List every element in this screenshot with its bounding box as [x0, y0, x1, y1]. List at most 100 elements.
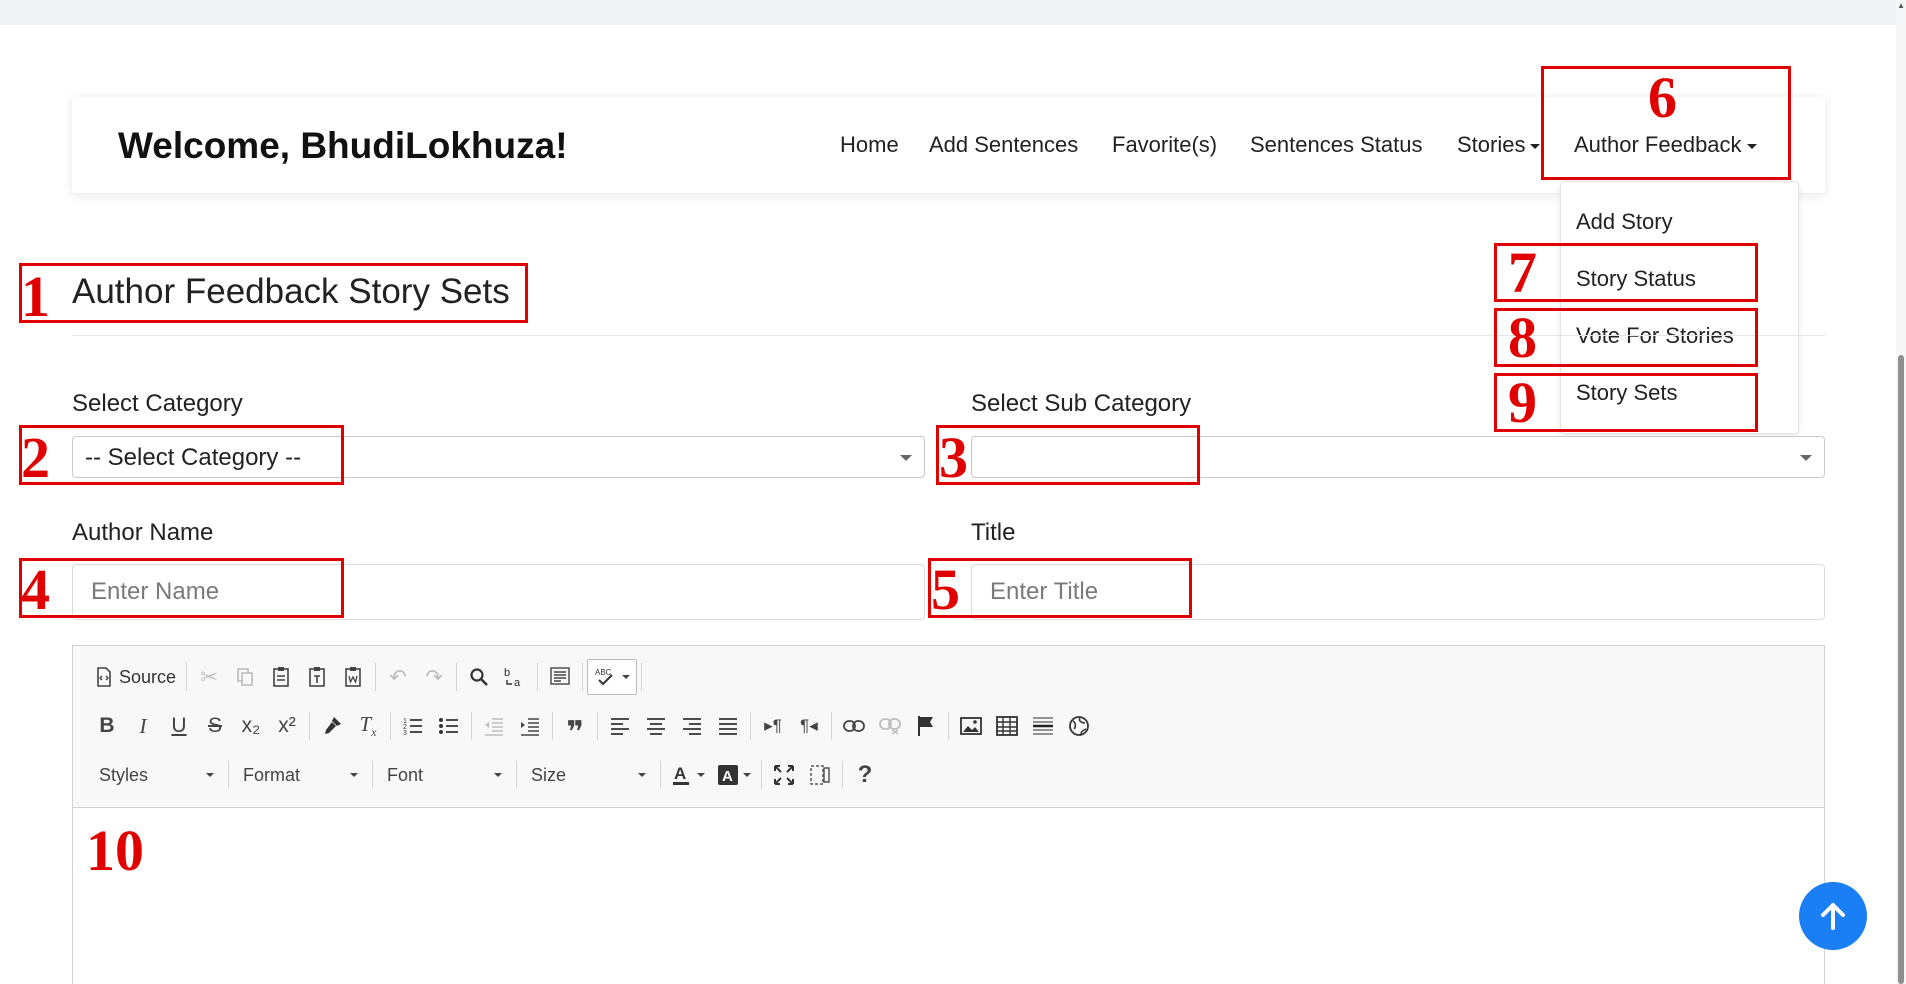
ltr-button[interactable]: ▸¶ — [755, 708, 791, 744]
category-select[interactable]: -- Select Category -- — [72, 436, 925, 478]
italic-button[interactable]: I — [125, 708, 161, 744]
size-label: Size — [531, 764, 567, 785]
nav-sentences-status[interactable]: Sentences Status — [1250, 132, 1422, 158]
toolbar-separator — [552, 712, 553, 740]
dropdown-item-add-story[interactable]: Add Story — [1576, 209, 1673, 235]
toolbar-separator — [761, 761, 762, 789]
toolbar-separator — [456, 663, 458, 691]
toolbar-separator — [228, 761, 229, 789]
about-button[interactable]: ? — [847, 757, 883, 793]
unlink-icon — [879, 718, 901, 735]
link-button[interactable] — [836, 708, 872, 744]
strike-button[interactable]: S — [197, 708, 233, 744]
help-icon: ? — [857, 761, 873, 788]
justify-icon — [719, 718, 737, 735]
page-scrollbar[interactable]: ▲ — [1896, 0, 1906, 984]
bulleted-list-button[interactable] — [431, 708, 467, 744]
toolbar-row-2: B I U S x₂ x² Tx 123 ❞ ▸¶ ¶◂ — [89, 706, 1097, 749]
italic-icon: I — [139, 713, 147, 738]
image-icon — [960, 717, 982, 735]
spellcheck-button[interactable]: ABC — [587, 659, 638, 695]
text-color-button[interactable]: A — [665, 757, 711, 793]
numbered-list-button[interactable]: 123 — [395, 708, 431, 744]
copy-button[interactable] — [227, 659, 263, 695]
chevron-down-icon — [206, 773, 214, 777]
align-right-button[interactable] — [674, 708, 710, 744]
nav-stories-toggle[interactable]: Stories — [1457, 132, 1541, 158]
replace-button[interactable]: ba — [497, 659, 533, 695]
justify-button[interactable] — [710, 708, 746, 744]
dropdown-item-story-status[interactable]: Story Status — [1576, 266, 1696, 292]
title-input[interactable] — [971, 564, 1825, 620]
editor-content-area[interactable] — [73, 808, 1824, 984]
maximize-button[interactable] — [766, 757, 802, 793]
numbered-list-icon: 123 — [403, 718, 422, 736]
flag-icon — [918, 716, 933, 736]
sub-category-select[interactable] — [971, 436, 1825, 478]
redo-button[interactable]: ↷ — [416, 659, 452, 695]
styles-combo[interactable]: Styles — [89, 759, 224, 791]
paste-icon — [273, 667, 289, 687]
table-icon — [996, 716, 1018, 736]
chevron-down-icon — [743, 773, 751, 777]
author-feedback-dropdown: Add Story Story Status Vote For Stories … — [1560, 181, 1799, 434]
paste-text-button[interactable] — [299, 659, 335, 695]
size-combo[interactable]: Size — [521, 759, 656, 791]
unlink-button[interactable] — [872, 708, 908, 744]
dropdown-item-vote-for-stories[interactable]: Vote For Stories — [1576, 323, 1734, 349]
bold-button[interactable]: B — [89, 708, 125, 744]
show-blocks-button[interactable] — [802, 757, 838, 793]
dropdown-item-story-sets[interactable]: Story Sets — [1576, 380, 1677, 406]
maximize-icon — [774, 765, 794, 785]
select-all-button[interactable] — [542, 659, 578, 695]
remove-format-button[interactable]: Tx — [350, 708, 386, 744]
underline-button[interactable]: U — [161, 708, 197, 744]
indent-button[interactable] — [512, 708, 548, 744]
paste-word-button[interactable] — [335, 659, 371, 695]
align-center-button[interactable] — [638, 708, 674, 744]
blockquote-button[interactable]: ❞ — [557, 708, 593, 749]
paste-button[interactable] — [263, 659, 299, 695]
text-color-icon: A — [673, 764, 689, 785]
nav-author-feedback-toggle[interactable]: Author Feedback — [1574, 132, 1757, 158]
nav-favorites[interactable]: Favorite(s) — [1112, 132, 1217, 158]
annotation-number-6: 6 — [1648, 65, 1677, 130]
source-button[interactable]: Source — [89, 659, 182, 695]
align-left-button[interactable] — [602, 708, 638, 744]
navbar: Welcome, BhudiLokhuza! Home Add Sentence… — [72, 97, 1825, 193]
annotation-number-7: 7 — [1508, 240, 1537, 305]
annotation-number-9: 9 — [1508, 370, 1537, 435]
rich-text-editor: Source ✂ ↶ ↷ ba ABC B I U S x₂ x² Tx 1 2… — [72, 645, 1825, 984]
outdent-icon — [485, 718, 503, 736]
category-label: Select Category — [72, 390, 243, 417]
scroll-to-top-button[interactable] — [1799, 882, 1867, 950]
scrollbar-thumb[interactable] — [1898, 355, 1904, 984]
author-name-input[interactable] — [72, 564, 925, 620]
nav-home[interactable]: Home — [840, 132, 899, 158]
text-direction-ltr-icon: ▸¶ — [764, 716, 782, 735]
copy-format-button[interactable] — [314, 708, 350, 744]
font-combo[interactable]: Font — [377, 759, 512, 791]
cut-button[interactable]: ✂ — [191, 659, 227, 695]
image-button[interactable] — [953, 708, 989, 744]
nav-add-sentences[interactable]: Add Sentences — [929, 132, 1078, 158]
align-left-icon — [611, 718, 629, 735]
undo-button[interactable]: ↶ — [380, 659, 416, 695]
format-combo[interactable]: Format — [233, 759, 368, 791]
bold-icon: B — [99, 714, 115, 737]
superscript-button[interactable]: x² — [269, 708, 305, 744]
find-button[interactable] — [461, 659, 497, 695]
text-direction-rtl-icon: ¶◂ — [800, 716, 818, 735]
copy-icon — [237, 668, 253, 686]
rtl-button[interactable]: ¶◂ — [791, 708, 827, 744]
show-blocks-icon — [810, 765, 830, 785]
anchor-button[interactable] — [908, 708, 944, 744]
page-title: Author Feedback Story Sets — [72, 272, 510, 311]
toolbar-separator — [390, 712, 391, 740]
table-button[interactable] — [989, 708, 1025, 744]
iframe-button[interactable] — [1061, 708, 1097, 744]
outdent-button[interactable] — [476, 708, 512, 744]
horizontal-rule-button[interactable] — [1025, 708, 1061, 744]
background-color-button[interactable]: A — [711, 757, 757, 793]
subscript-button[interactable]: x₂ — [233, 708, 269, 744]
